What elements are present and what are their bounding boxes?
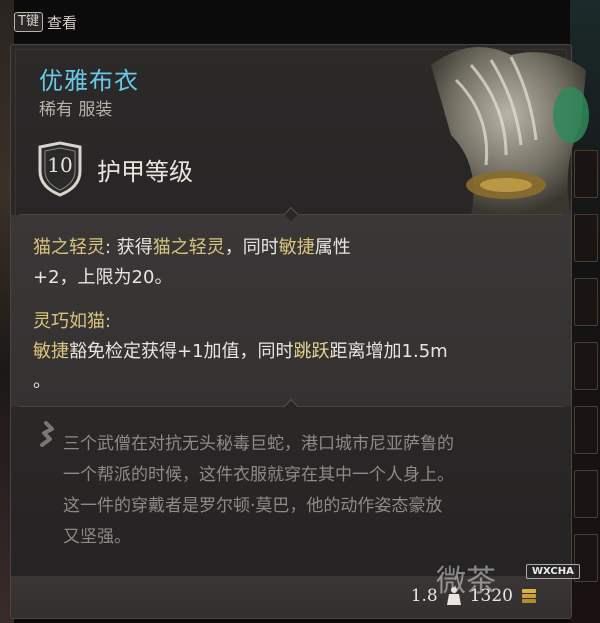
armor-class-label: 护甲等级 (97, 157, 193, 186)
armor-class-row: 10 护甲等级 (37, 141, 193, 197)
watermark-badge: WXCHA (526, 564, 580, 579)
divider (11, 398, 571, 415)
inventory-slot[interactable] (574, 214, 598, 262)
item-category: 服装 (78, 100, 113, 120)
inspect-label: 查看 (46, 13, 77, 32)
effect-2-stat[interactable]: 敏捷 (33, 341, 69, 362)
item-armor-image (431, 47, 589, 215)
flavor-line: 三个武僧在对抗无头秘毒巨蛇，港口城市尼亚萨鲁的 (63, 434, 454, 454)
effect-1-text: 属性 (314, 237, 351, 258)
watermark-logo: 微茶 (436, 564, 496, 599)
item-rarity-type: 稀有 服装 (39, 95, 112, 120)
item-rarity: 稀有 (39, 100, 73, 120)
shield-icon: 10 (37, 141, 83, 197)
effect-2-name[interactable]: 灵巧如猫: (33, 311, 111, 332)
effect-2-text: 豁免检定获得+1加值，同时 (69, 341, 294, 362)
item-tooltip: 优雅布衣 稀有 服装 10 护甲等级 猫之轻灵: 获得猫之轻灵，同时敏捷属性 +… (10, 44, 589, 619)
effect-1-text: : 获得 (105, 237, 153, 258)
flavor-line: 一个帮派的时候，这件衣服就穿在其中一个人身上。 (63, 465, 454, 485)
effect-1-name[interactable]: 猫之轻灵 (33, 237, 105, 258)
effect-2-text: 。 (33, 371, 51, 392)
effect-1-stat[interactable]: 敏捷 (279, 237, 315, 258)
inventory-slot[interactable] (574, 342, 598, 390)
effects-section: 猫之轻灵: 获得猫之轻灵，同时敏捷属性 +2，上限为20。 灵巧如猫: 敏捷豁免… (11, 206, 571, 407)
weight-value: 1.8 (410, 586, 438, 606)
flavor-section: 三个武僧在对抗无头秘毒巨蛇，港口城市尼亚萨鲁的 一个帮派的时候，这件衣服就穿在其… (11, 398, 571, 577)
effect-2-text: 距离增加1.5m (329, 341, 448, 362)
divider (11, 206, 571, 223)
effect-2-keyword[interactable]: 跳跃 (294, 341, 330, 362)
gold-coin-icon (522, 589, 536, 603)
effect-1-text: ，同时 (224, 237, 279, 258)
inventory-slot[interactable] (574, 278, 598, 326)
effect-1-text: +2，上限为20。 (33, 267, 173, 288)
key-cap: T键 (14, 12, 43, 32)
quote-icon (40, 421, 54, 447)
flavor-line: 这一件的穿戴者是罗尔顿·莫巴，他的动作姿态豪放 (63, 496, 443, 516)
armor-class-value: 10 (47, 153, 73, 177)
flavor-text: 三个武僧在对抗无头秘毒巨蛇，港口城市尼亚萨鲁的 一个帮派的时候，这件衣服就穿在其… (63, 429, 543, 553)
flavor-line: 又坚强。 (63, 527, 131, 547)
inventory-slot[interactable] (574, 470, 598, 518)
effect-1-link[interactable]: 猫之轻灵 (153, 237, 225, 258)
inventory-slot[interactable] (574, 406, 598, 454)
inspect-hint[interactable]: T键 查看 (14, 10, 77, 34)
item-name: 优雅布衣 (39, 67, 139, 95)
effect-1: 猫之轻灵: 获得猫之轻灵，同时敏捷属性 +2，上限为20。 (33, 233, 531, 293)
effect-2: 灵巧如猫: 敏捷豁免检定获得+1加值，同时跳跃距离增加1.5m 。 (33, 307, 531, 397)
